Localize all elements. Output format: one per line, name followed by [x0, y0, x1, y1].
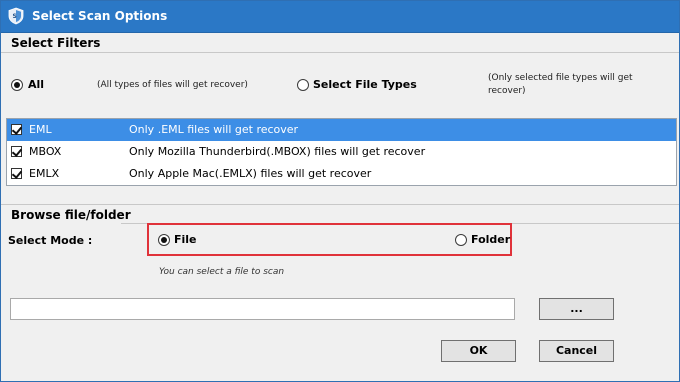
file-type-desc: Only Apple Mac(.EMLX) files will get rec… — [129, 167, 372, 180]
list-item[interactable]: MBOX Only Mozilla Thunderbird(.MBOX) fil… — [7, 141, 676, 163]
check-icon — [11, 124, 23, 135]
filters-divider — [1, 52, 679, 53]
folder-label: Folder — [471, 233, 511, 246]
select-file-types-note: (Only selected file types will get recov… — [488, 73, 633, 96]
path-input[interactable] — [10, 298, 515, 320]
file-type-ext: EMLX — [29, 167, 60, 180]
ok-button[interactable]: OK — [441, 340, 516, 362]
all-label: All — [28, 78, 45, 91]
browse-top-divider — [1, 204, 679, 205]
browse-section-title: Browse file/folder — [11, 208, 131, 222]
select-file-types-label: Select File Types — [313, 78, 417, 91]
select-mode-label: Select Mode : — [8, 234, 93, 247]
check-icon — [11, 146, 23, 157]
mbox-checkbox[interactable] — [11, 146, 23, 157]
file-types-list: EML Only .EML files will get recover MBO… — [6, 118, 677, 186]
check-icon — [11, 168, 23, 179]
app-shield-icon: S — [8, 7, 24, 25]
filters-section-title: Select Filters — [11, 36, 101, 50]
file-type-ext: EML — [29, 123, 52, 136]
list-item[interactable]: EMLX Only Apple Mac(.EMLX) files will ge… — [7, 163, 676, 185]
scan-options-dialog: S Select Scan Options Select Filters All… — [0, 0, 680, 382]
all-radio[interactable] — [11, 79, 23, 91]
all-note: (All types of files will get recover) — [97, 80, 248, 90]
file-label: File — [174, 233, 197, 246]
mode-hint: You can select a file to scan — [159, 267, 285, 277]
folder-radio[interactable] — [455, 234, 467, 246]
cancel-button[interactable]: Cancel — [539, 340, 614, 362]
emlx-checkbox[interactable] — [11, 168, 23, 179]
list-item[interactable]: EML Only .EML files will get recover — [7, 119, 676, 141]
eml-checkbox[interactable] — [11, 124, 23, 135]
select-file-types-radio[interactable] — [297, 79, 309, 91]
browse-button[interactable]: ... — [539, 298, 614, 320]
file-radio[interactable] — [158, 234, 170, 246]
file-type-desc: Only Mozilla Thunderbird(.MBOX) files wi… — [129, 145, 426, 158]
title-bar[interactable]: S Select Scan Options — [1, 1, 679, 33]
file-type-desc: Only .EML files will get recover — [129, 123, 299, 136]
mode-highlight-box: File Folder — [147, 223, 512, 256]
window-title: Select Scan Options — [32, 9, 168, 23]
svg-text:S: S — [13, 13, 17, 20]
file-type-ext: MBOX — [29, 145, 62, 158]
